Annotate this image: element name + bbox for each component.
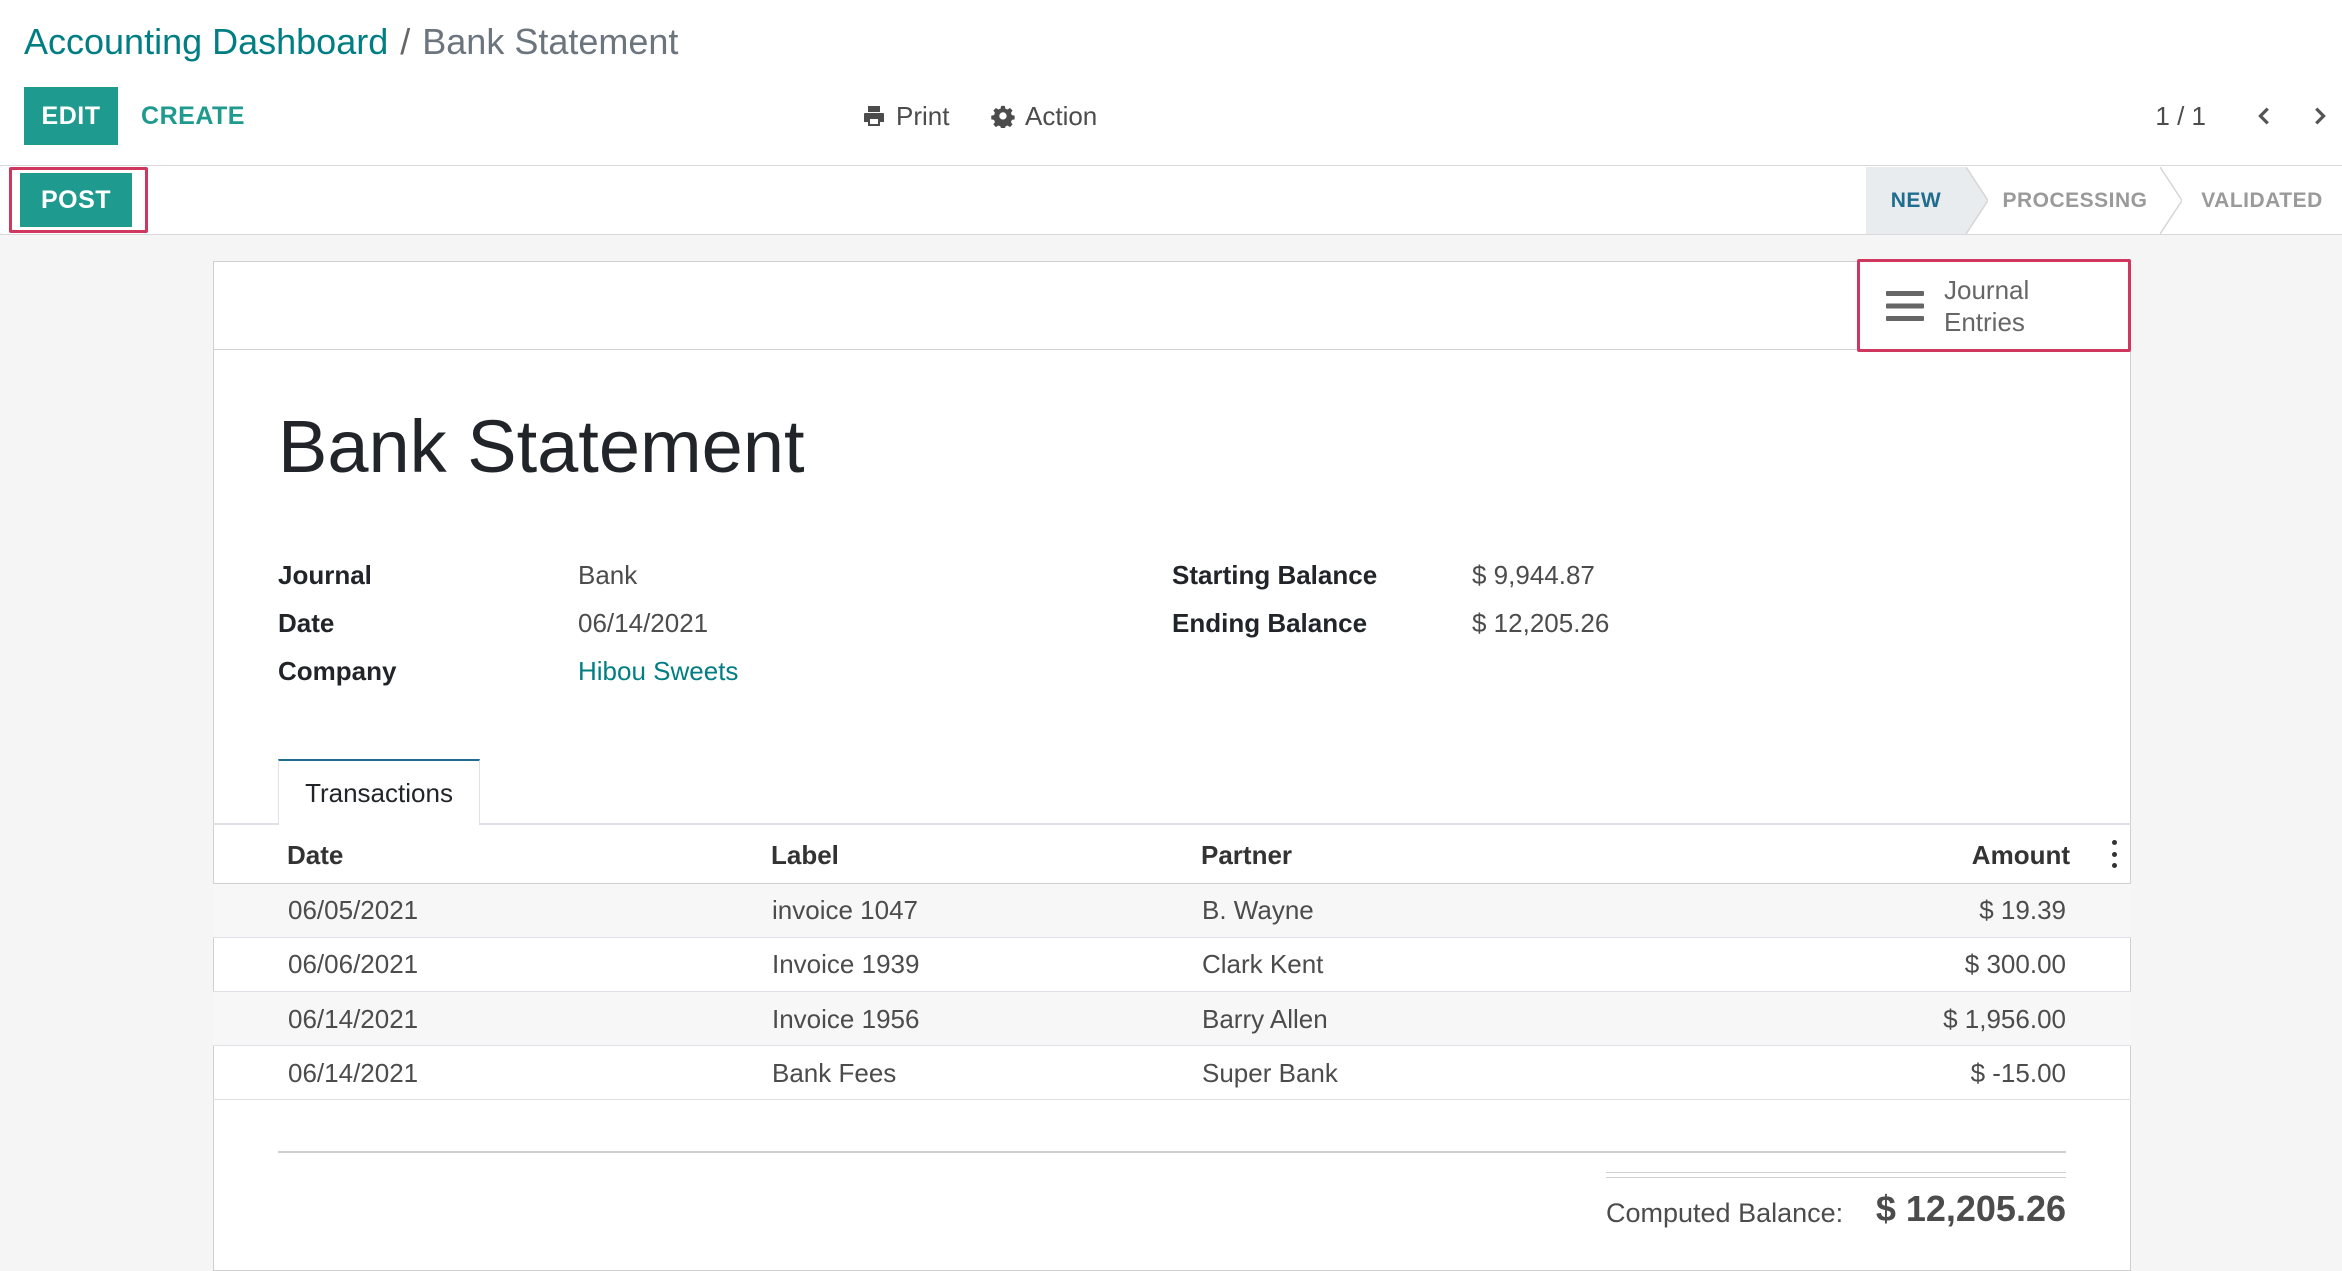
date-value: 06/14/2021: [578, 608, 709, 638]
journal-label: Journal: [278, 560, 372, 590]
edit-button[interactable]: EDIT: [24, 87, 118, 145]
journal-entries-button[interactable]: Journal Entries: [1868, 268, 2118, 344]
starting-balance-label: Starting Balance: [1172, 560, 1378, 590]
stage-processing[interactable]: PROCESSING: [1990, 167, 2160, 234]
row-date: 06/14/2021: [288, 1058, 419, 1088]
optional-columns-icon[interactable]: [2108, 840, 2120, 868]
ending-balance-value: $ 12,205.26: [1472, 608, 1610, 638]
journal-entries-label: Journal Entries: [1944, 274, 2029, 338]
column-header-label[interactable]: Label: [771, 838, 839, 872]
print-menu[interactable]: Print: [862, 96, 949, 136]
table-footer-divider: [278, 1151, 2066, 1153]
row-partner: Clark Kent: [1202, 949, 1324, 979]
row-amount: $ -15.00: [1970, 1058, 2066, 1088]
column-header-amount[interactable]: Amount: [1972, 838, 2070, 872]
stage-arrow-1: [1966, 167, 1988, 234]
print-icon: [864, 106, 884, 126]
breadcrumb-parent-link[interactable]: Accounting Dashboard: [24, 21, 388, 62]
row-date: 06/14/2021: [288, 1004, 419, 1034]
gear-icon: [991, 105, 1015, 128]
starting-balance-value: $ 9,944.87: [1472, 560, 1595, 590]
journal-entries-line2: Entries: [1944, 307, 2025, 337]
column-header-date[interactable]: Date: [287, 838, 343, 872]
row-amount: $ 19.39: [1979, 895, 2066, 925]
total-divider: [1606, 1172, 2066, 1178]
action-label: Action: [1025, 100, 1098, 131]
table-row[interactable]: [213, 992, 2131, 1046]
ending-balance-label: Ending Balance: [1172, 608, 1368, 638]
journal-value: Bank: [578, 560, 638, 590]
breadcrumb-current: Bank Statement: [422, 21, 679, 62]
row-date: 06/06/2021: [288, 949, 419, 979]
company-link[interactable]: Hibou Sweets: [578, 654, 738, 688]
row-label: Invoice 1956: [772, 1004, 920, 1034]
date-label: Date: [278, 608, 335, 638]
pager-previous-button[interactable]: [2245, 96, 2285, 136]
pager-value[interactable]: 1 / 1: [2155, 96, 2206, 136]
journal-entries-line1: Journal: [1944, 275, 2030, 305]
column-header-partner[interactable]: Partner: [1201, 838, 1292, 872]
row-label: invoice 1047: [772, 895, 918, 925]
stage-validated[interactable]: VALIDATED: [2184, 167, 2340, 234]
row-date: 06/05/2021: [288, 895, 419, 925]
stage-arrow-2: [2160, 167, 2182, 234]
table-row[interactable]: [213, 938, 2131, 992]
row-label: Bank Fees: [772, 1058, 897, 1088]
stage-new[interactable]: NEW: [1866, 167, 1966, 234]
chevron-right-icon: [2315, 107, 2326, 125]
create-button[interactable]: CREATE: [132, 87, 254, 145]
breadcrumb: Accounting Dashboard / Bank Statement: [24, 20, 678, 64]
bars-icon: [1886, 291, 1924, 321]
action-menu[interactable]: Action: [991, 96, 1097, 136]
row-partner: B. Wayne: [1202, 895, 1314, 925]
row-partner: Super Bank: [1202, 1058, 1338, 1088]
print-label: Print: [896, 100, 950, 131]
company-label: Company: [278, 656, 397, 686]
record-title: Bank Statement: [278, 405, 805, 488]
table-header: [213, 825, 2131, 884]
tab-transactions[interactable]: Transactions: [278, 759, 480, 825]
computed-balance-label: Computed Balance:: [1606, 1198, 1844, 1228]
smart-button-box: [213, 261, 2131, 350]
table-row[interactable]: [213, 1046, 2131, 1100]
table-row[interactable]: [213, 884, 2131, 938]
row-amount: $ 1,956.00: [1943, 1004, 2066, 1034]
post-button[interactable]: POST: [20, 173, 132, 227]
chevron-left-icon: [2258, 107, 2269, 125]
computed-balance-value: $ 12,205.26: [1875, 1188, 2066, 1229]
row-amount: $ 300.00: [1964, 949, 2066, 979]
breadcrumb-separator: /: [400, 21, 411, 62]
row-partner: Barry Allen: [1202, 1004, 1328, 1034]
pager-next-button[interactable]: [2299, 96, 2339, 136]
row-label: Invoice 1939: [772, 949, 920, 979]
